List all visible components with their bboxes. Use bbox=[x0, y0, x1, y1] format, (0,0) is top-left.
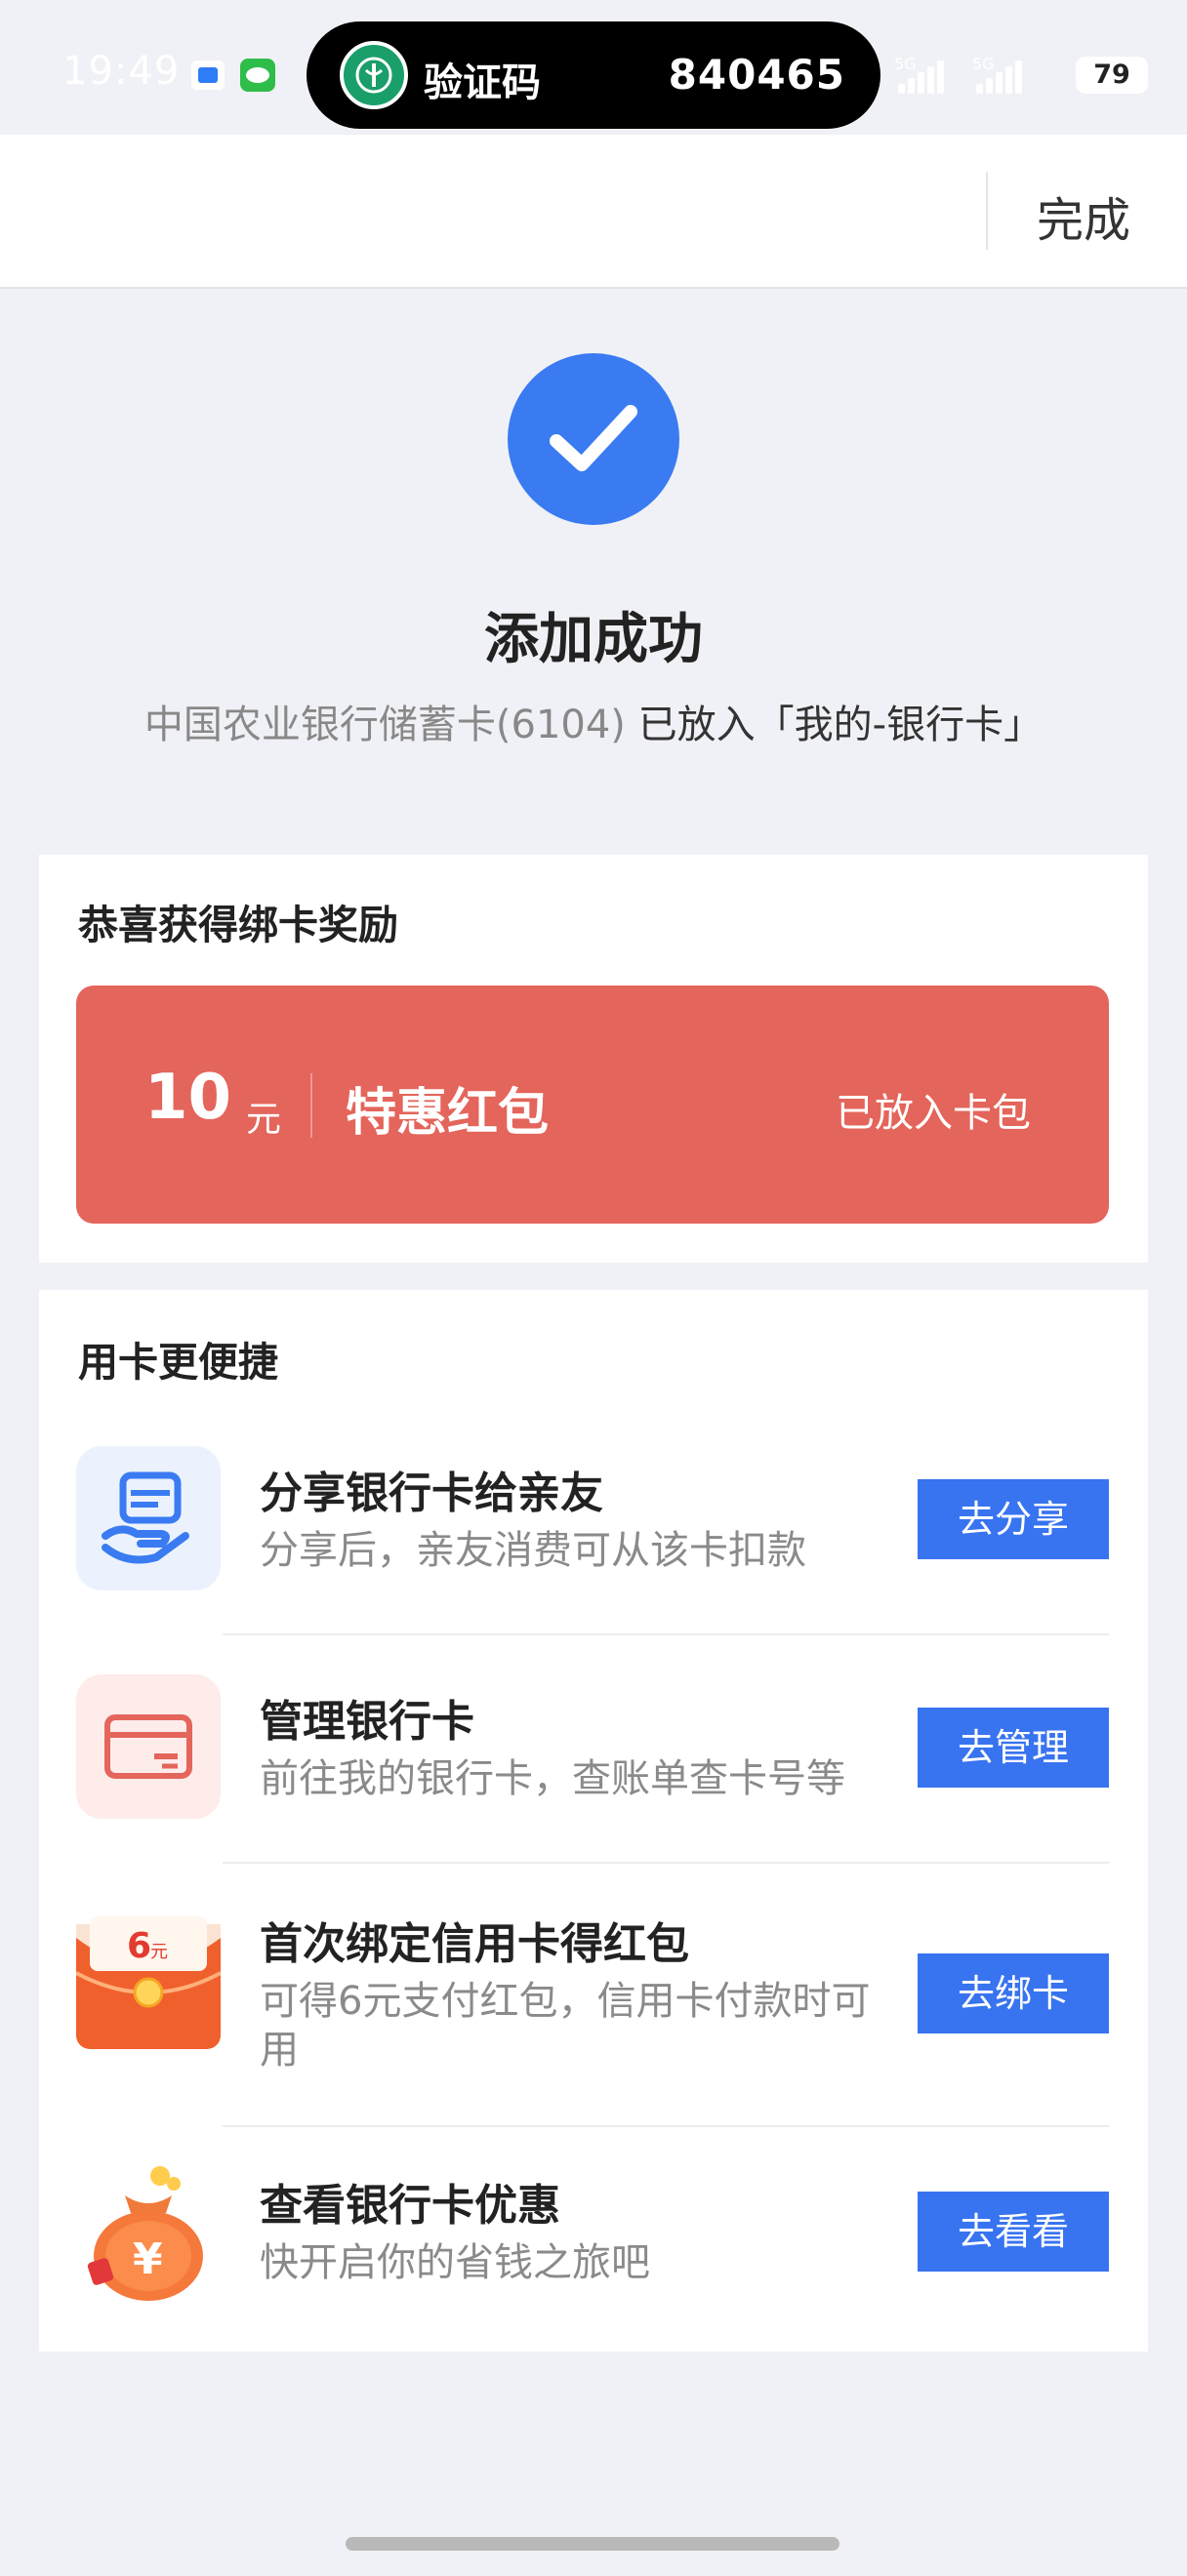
item-subtitle: 前往我的银行卡，查账单查卡号等 bbox=[260, 1756, 845, 1801]
coupon-name: 特惠红包 bbox=[346, 1084, 550, 1143]
bank-card-icon bbox=[76, 1674, 221, 1819]
top-nav-bar: 完成 bbox=[0, 135, 1187, 289]
divider bbox=[223, 1633, 1109, 1635]
divider bbox=[223, 2125, 1109, 2127]
view-button[interactable]: 去看看 bbox=[918, 2192, 1109, 2272]
item-title: 管理银行卡 bbox=[260, 1697, 474, 1747]
features-title: 用卡更便捷 bbox=[78, 1339, 278, 1386]
signal-icon: 5G bbox=[894, 55, 951, 96]
app-notification-icon bbox=[191, 60, 225, 90]
item-subtitle: 快开启你的省钱之旅吧 bbox=[260, 2240, 650, 2285]
wechat-icon bbox=[240, 59, 275, 92]
battery-icon: 79 bbox=[1076, 57, 1148, 94]
status-indicators: 5G 5G 79 bbox=[894, 55, 1148, 96]
item-title: 分享银行卡给亲友 bbox=[260, 1469, 603, 1518]
status-bar: 19:49 验证码 840465 5G 5G 79 bbox=[0, 0, 1187, 135]
agricultural-bank-logo-icon bbox=[340, 41, 408, 109]
divider bbox=[223, 1862, 1109, 1864]
placed-text: 已放入「我的-银行卡」 bbox=[625, 703, 1044, 747]
manage-button[interactable]: 去管理 bbox=[918, 1708, 1109, 1788]
done-button[interactable]: 完成 bbox=[1037, 181, 1130, 250]
coupon-unit: 元 bbox=[246, 1100, 282, 1140]
home-indicator[interactable] bbox=[346, 2537, 839, 2551]
item-title: 查看银行卡优惠 bbox=[260, 2181, 560, 2231]
signal-icon: 5G bbox=[972, 55, 1029, 96]
reward-title: 恭喜获得绑卡奖励 bbox=[78, 902, 398, 948]
share-button[interactable]: 去分享 bbox=[918, 1479, 1109, 1559]
success-description: 中国农业银行储蓄卡(6104) 已放入「我的-银行卡」 bbox=[0, 693, 1187, 749]
card-name: 中国农业银行储蓄卡(6104) bbox=[143, 703, 626, 747]
coupon-status: 已放入卡包 bbox=[836, 1091, 1031, 1136]
header-divider bbox=[986, 172, 988, 250]
features-card: 用卡更便捷 分享银行卡给亲友 分享后，亲友消费可从该卡扣款 去分享 管理银行卡 bbox=[39, 1290, 1148, 2352]
verification-code: 840465 bbox=[668, 51, 845, 99]
bind-card-button[interactable]: 去绑卡 bbox=[918, 1953, 1109, 2033]
svg-text:6: 6 bbox=[127, 1926, 151, 1966]
item-subtitle: 分享后，亲友消费可从该卡扣款 bbox=[260, 1528, 806, 1573]
notification-label: 验证码 bbox=[424, 60, 541, 105]
success-check-icon bbox=[508, 353, 679, 525]
svg-text:¥: ¥ bbox=[133, 2234, 163, 2284]
coupon-amount: 10 bbox=[144, 1062, 232, 1134]
red-packet-coupon[interactable]: 10 元 特惠红包 已放入卡包 bbox=[76, 986, 1109, 1224]
status-time: 19:49 bbox=[62, 49, 181, 94]
item-subtitle: 可得6元支付红包，信用卡付款时可用 bbox=[260, 1979, 871, 2073]
verification-code-notification[interactable]: 验证码 840465 bbox=[307, 21, 880, 129]
coupon-separator bbox=[310, 1073, 312, 1138]
success-title: 添加成功 bbox=[484, 608, 703, 671]
item-title: 首次绑定信用卡得红包 bbox=[260, 1919, 689, 1969]
red-envelope-icon: 6 元 bbox=[75, 1914, 222, 2059]
money-bag-icon: ¥ bbox=[76, 2158, 221, 2303]
share-card-hand-icon bbox=[76, 1446, 221, 1590]
svg-text:元: 元 bbox=[150, 1942, 168, 1962]
reward-card: 恭喜获得绑卡奖励 10 元 特惠红包 已放入卡包 bbox=[39, 855, 1148, 1263]
